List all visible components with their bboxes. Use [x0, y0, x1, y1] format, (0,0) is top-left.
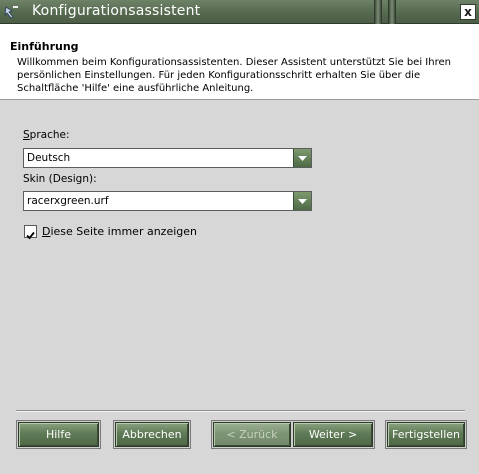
language-select-value: Deutsch: [27, 152, 71, 164]
finish-button[interactable]: Fertigstellen: [387, 422, 465, 447]
footer-divider: [16, 410, 465, 412]
help-button[interactable]: Hilfe: [18, 422, 99, 447]
back-button[interactable]: < Zurück: [213, 422, 291, 447]
skin-label: Skin (Design):: [23, 173, 97, 185]
next-button-label: Weiter >: [308, 428, 358, 441]
wizard-header: Einführung Willkommen beim Konfiguration…: [0, 24, 479, 100]
title-bar-grip: [388, 0, 396, 24]
close-icon: x: [464, 5, 472, 19]
skin-dropdown-button[interactable]: [293, 192, 311, 210]
chevron-down-icon: [298, 199, 307, 204]
skin-select[interactable]: racerxgreen.urf: [23, 191, 312, 211]
page-description: Willkommen beim Konfigurationsassistente…: [17, 57, 451, 94]
cancel-button-label: Abbrechen: [122, 428, 182, 441]
wizard-window: Konfigurationsassistent x Einführung Wil…: [0, 0, 479, 474]
cancel-button[interactable]: Abbrechen: [115, 422, 189, 447]
title-bar-grip: [374, 0, 382, 24]
help-button-label: Hilfe: [45, 428, 72, 441]
language-label-accel: S: [23, 129, 30, 141]
language-dropdown-button[interactable]: [293, 149, 311, 167]
always-show-label[interactable]: Diese Seite immer anzeigen: [42, 225, 197, 238]
page-heading: Einführung: [10, 40, 79, 53]
always-show-label-text: iese Seite immer anzeigen: [50, 225, 197, 238]
finish-button-label: Fertigstellen: [391, 428, 461, 441]
next-button[interactable]: Weiter >: [293, 422, 373, 447]
close-button[interactable]: x: [460, 4, 476, 20]
language-label-text: prache:: [29, 129, 70, 141]
language-label: Sprache:: [23, 129, 70, 141]
checkmark-icon: [26, 231, 35, 240]
window-title: Konfigurationsassistent: [32, 3, 201, 19]
wizard-icon[interactable]: [4, 4, 20, 20]
title-bar[interactable]: Konfigurationsassistent x: [0, 0, 479, 24]
skin-select-value: racerxgreen.urf: [27, 195, 109, 207]
back-button-label: < Zurück: [226, 428, 278, 441]
chevron-down-icon: [298, 156, 307, 161]
always-show-checkbox[interactable]: [24, 225, 37, 240]
language-select[interactable]: Deutsch: [23, 148, 312, 168]
